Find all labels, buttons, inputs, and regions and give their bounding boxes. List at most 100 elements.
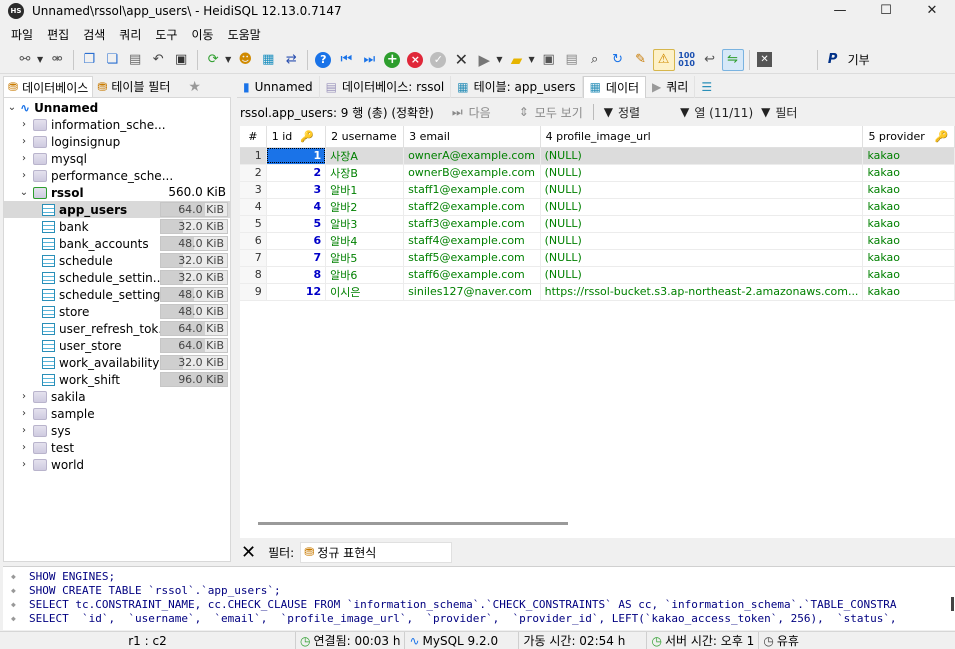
- row-number-cell[interactable]: 4: [240, 198, 267, 216]
- username-cell[interactable]: 알바3: [325, 215, 405, 233]
- tree-node-database[interactable]: › performance_sche...: [18, 167, 173, 184]
- tree-node-table[interactable]: work_availability 32.0 KiB: [4, 354, 230, 371]
- row-number-cell[interactable]: 5: [240, 215, 267, 233]
- filter-input[interactable]: ⛃ 정규 표현식: [300, 541, 453, 563]
- profile-image-url-cell[interactable]: (NULL): [540, 147, 864, 165]
- close-button[interactable]: ✕: [909, 0, 955, 22]
- database-tree[interactable]: ⌄ ∿ Unnamed › information_sche... › logins…: [3, 97, 231, 562]
- wrap-icon[interactable]: ↩: [699, 49, 721, 71]
- connect-icon[interactable]: ⚯: [14, 49, 36, 71]
- row-number-cell[interactable]: 2: [240, 164, 267, 182]
- menu-search[interactable]: 검색: [76, 26, 112, 43]
- column-header-email[interactable]: 3 email: [403, 126, 541, 148]
- table-row[interactable]: 8 8 알바6 staff6@example.com (NULL) kakao: [240, 266, 955, 284]
- tree-node-table[interactable]: store 48.0 KiB: [4, 303, 230, 320]
- row-number-cell[interactable]: 6: [240, 232, 267, 250]
- tab-database[interactable]: ▤ 데이터베이스: rssol: [320, 75, 452, 98]
- filter-button[interactable]: ▼ 필터: [761, 104, 797, 121]
- menu-file[interactable]: 파일: [4, 26, 40, 43]
- username-cell[interactable]: 알바1: [325, 181, 405, 199]
- provider-cell[interactable]: kakao: [862, 232, 955, 250]
- table-row[interactable]: 6 6 알바4 staff4@example.com (NULL) kakao: [240, 232, 955, 250]
- id-cell[interactable]: 1: [266, 147, 327, 165]
- tree-node-database[interactable]: › mysql: [18, 150, 87, 167]
- tree-node-table[interactable]: bank_accounts 48.0 KiB: [4, 235, 230, 252]
- last-icon[interactable]: ⏭: [358, 49, 380, 71]
- id-cell[interactable]: 3: [266, 181, 327, 199]
- email-cell[interactable]: siniles127@naver.com: [403, 283, 541, 301]
- table-row[interactable]: 1 1 사장A ownerA@example.com (NULL) kakao: [240, 147, 955, 165]
- username-cell[interactable]: 사장A: [325, 147, 405, 165]
- tab-databases[interactable]: ⛃ 데이터베이스: [3, 76, 94, 97]
- provider-cell[interactable]: kakao: [862, 249, 955, 267]
- maximize-button[interactable]: ☐: [863, 0, 909, 22]
- chevron-down-icon[interactable]: ⌄: [18, 187, 30, 198]
- username-cell[interactable]: 알바2: [325, 198, 405, 216]
- clean-icon[interactable]: ✎: [630, 49, 652, 71]
- username-cell[interactable]: 알바6: [325, 266, 405, 284]
- chevron-right-icon[interactable]: ›: [18, 391, 30, 402]
- email-cell[interactable]: staff2@example.com: [403, 198, 541, 216]
- username-cell[interactable]: 사장B: [325, 164, 405, 182]
- search-icon[interactable]: ⌕: [584, 49, 606, 71]
- tree-node-table[interactable]: schedule_settings 48.0 KiB: [4, 286, 230, 303]
- email-cell[interactable]: ownerB@example.com: [403, 164, 541, 182]
- tree-node-table[interactable]: schedule_settin... 32.0 KiB: [4, 269, 230, 286]
- tree-node-database[interactable]: › test: [18, 439, 74, 456]
- connect-dropdown-icon[interactable]: ▼: [37, 55, 43, 64]
- minimize-button[interactable]: —: [817, 0, 863, 22]
- data-grid[interactable]: # 1 id 🔑 2 username 3 email 4 profile_ima…: [240, 126, 955, 538]
- row-number-cell[interactable]: 7: [240, 249, 267, 267]
- run-icon[interactable]: ▶: [473, 49, 495, 71]
- binary-icon[interactable]: 100 010: [676, 49, 698, 71]
- profile-image-url-cell[interactable]: (NULL): [540, 249, 864, 267]
- chevron-right-icon[interactable]: ›: [18, 170, 30, 181]
- paste-icon[interactable]: ▤: [124, 49, 146, 71]
- chevron-right-icon[interactable]: ›: [18, 153, 30, 164]
- tree-node-table[interactable]: work_shift 96.0 KiB: [4, 371, 230, 388]
- run-dropdown-icon[interactable]: ▼: [496, 55, 502, 64]
- row-number-cell[interactable]: 1: [240, 147, 267, 165]
- profile-image-url-cell[interactable]: (NULL): [540, 198, 864, 216]
- tree-node-database[interactable]: › world: [18, 456, 84, 473]
- menu-help[interactable]: 도움말: [221, 26, 268, 43]
- chevron-right-icon[interactable]: ›: [18, 442, 30, 453]
- open-file-icon[interactable]: ▰: [505, 49, 527, 71]
- tree-node-table[interactable]: bank 32.0 KiB: [4, 218, 230, 235]
- user-manager-icon[interactable]: ☻: [234, 49, 256, 71]
- profile-image-url-cell[interactable]: (NULL): [540, 164, 864, 182]
- tab-table-filter[interactable]: ⛃ 테이블 필터: [93, 76, 174, 97]
- chevron-right-icon[interactable]: ›: [18, 136, 30, 147]
- id-cell[interactable]: 7: [266, 249, 327, 267]
- chevron-right-icon[interactable]: ›: [18, 425, 30, 436]
- table-row[interactable]: 5 5 알바3 staff3@example.com (NULL) kakao: [240, 215, 955, 233]
- horizontal-scrollbar[interactable]: [258, 522, 568, 525]
- tree-node-database[interactable]: › sakila: [18, 388, 86, 405]
- copy-rows-icon[interactable]: ❏: [101, 49, 123, 71]
- profile-image-url-cell[interactable]: (NULL): [540, 266, 864, 284]
- username-cell[interactable]: 알바4: [325, 232, 405, 250]
- table-row[interactable]: 3 3 알바1 staff1@example.com (NULL) kakao: [240, 181, 955, 199]
- id-cell[interactable]: 6: [266, 232, 327, 250]
- provider-cell[interactable]: kakao: [862, 181, 955, 199]
- import-icon[interactable]: ⇄: [280, 49, 302, 71]
- open-file-dropdown-icon[interactable]: ▼: [528, 55, 534, 64]
- provider-cell[interactable]: kakao: [862, 215, 955, 233]
- email-cell[interactable]: staff6@example.com: [403, 266, 541, 284]
- email-cell[interactable]: ownerA@example.com: [403, 147, 541, 165]
- email-cell[interactable]: staff1@example.com: [403, 181, 541, 199]
- menu-query[interactable]: 쿼리: [112, 26, 148, 43]
- provider-cell[interactable]: kakao: [862, 283, 955, 301]
- column-header-profile-image-url[interactable]: 4 profile_image_url: [540, 126, 864, 148]
- tree-node-table[interactable]: user_store 64.0 KiB: [4, 337, 230, 354]
- refresh-icon[interactable]: ⟳: [202, 49, 224, 71]
- sync-icon[interactable]: ⇋: [721, 48, 744, 71]
- row-number-cell[interactable]: 9: [240, 283, 267, 301]
- close-tab-icon[interactable]: ✕: [754, 49, 776, 71]
- warning-icon[interactable]: ⚠: [652, 48, 675, 71]
- print-icon[interactable]: ▣: [170, 49, 192, 71]
- next-button[interactable]: ⏭ 다음: [452, 104, 491, 121]
- show-all-button[interactable]: ⇕ 모두 보기: [519, 104, 583, 121]
- chevron-right-icon[interactable]: ›: [18, 119, 30, 130]
- save-as-icon[interactable]: ▤: [561, 49, 583, 71]
